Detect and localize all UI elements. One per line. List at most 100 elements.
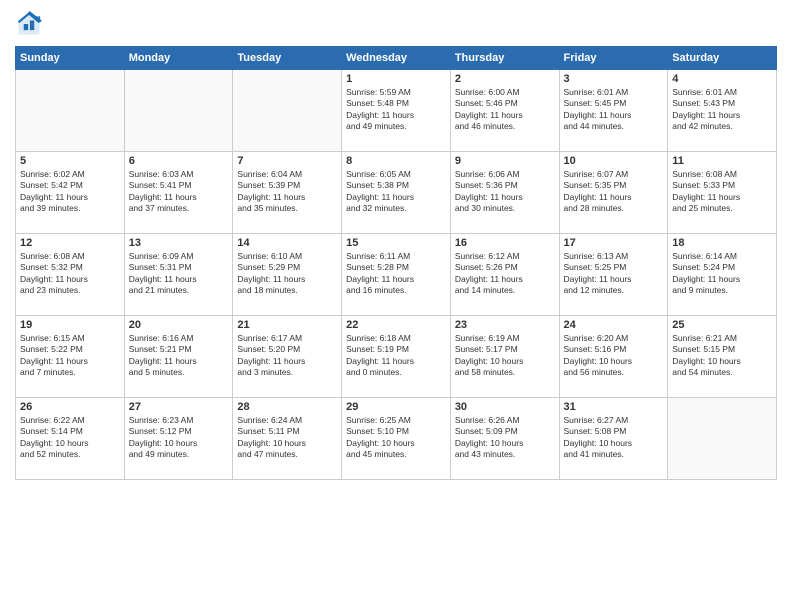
day-number: 29 — [346, 401, 446, 413]
day-info: Sunrise: 6:01 AM Sunset: 5:43 PM Dayligh… — [672, 87, 772, 133]
day-number: 13 — [129, 237, 229, 249]
calendar-cell: 5Sunrise: 6:02 AM Sunset: 5:42 PM Daylig… — [16, 152, 125, 234]
day-info: Sunrise: 6:09 AM Sunset: 5:31 PM Dayligh… — [129, 251, 229, 297]
day-number: 28 — [237, 401, 337, 413]
day-number: 20 — [129, 319, 229, 331]
day-number: 14 — [237, 237, 337, 249]
calendar-table: SundayMondayTuesdayWednesdayThursdayFrid… — [15, 46, 777, 480]
day-number: 27 — [129, 401, 229, 413]
day-number: 24 — [564, 319, 664, 331]
day-info: Sunrise: 6:05 AM Sunset: 5:38 PM Dayligh… — [346, 169, 446, 215]
calendar-cell: 13 Sunrise: 6:09 AM Sunset: 5:31 PM Dayli… — [124, 234, 233, 316]
calendar-cell — [16, 70, 125, 152]
calendar-cell: 16 Sunrise: 6:12 AM Sunset: 5:26 PM Dayli… — [450, 234, 559, 316]
calendar-cell — [233, 70, 342, 152]
day-info: Sunrise: 6:21 AM Sunset: 5:15 PM Dayligh… — [672, 333, 772, 379]
weekday-header-friday: Friday — [559, 47, 668, 70]
day-number: 5 — [20, 155, 120, 167]
calendar-cell: 9 Sunrise: 6:06 AM Sunset: 5:36 PM Daylig… — [450, 152, 559, 234]
weekday-header-tuesday: Tuesday — [233, 47, 342, 70]
calendar-cell: 19Sunrise: 6:15 AM Sunset: 5:22 PM Dayli… — [16, 316, 125, 398]
day-number: 12 — [20, 237, 120, 249]
day-info: Sunrise: 6:14 AM Sunset: 5:24 PM Dayligh… — [672, 251, 772, 297]
day-number: 18 — [672, 237, 772, 249]
calendar-cell: 6Sunrise: 6:03 AM Sunset: 5:41 PM Daylig… — [124, 152, 233, 234]
day-number: 15 — [346, 237, 446, 249]
week-row-3: 12 Sunrise: 6:08 AM Sunset: 5:32 PM Dayli… — [16, 234, 777, 316]
day-number: 31 — [564, 401, 664, 413]
calendar-cell: 15 Sunrise: 6:11 AM Sunset: 5:28 PM Dayli… — [342, 234, 451, 316]
calendar-cell: 18 Sunrise: 6:14 AM Sunset: 5:24 PM Dayli… — [668, 234, 777, 316]
day-info: Sunrise: 6:12 AM Sunset: 5:26 PM Dayligh… — [455, 251, 555, 297]
calendar-cell: 2 Sunrise: 6:00 AM Sunset: 5:46 PM Daylig… — [450, 70, 559, 152]
day-number: 6 — [129, 155, 229, 167]
day-info: Sunrise: 6:08 AM Sunset: 5:32 PM Dayligh… — [20, 251, 120, 297]
calendar-cell: 1Sunrise: 5:59 AM Sunset: 5:48 PM Daylig… — [342, 70, 451, 152]
day-info: Sunrise: 6:23 AM Sunset: 5:12 PM Dayligh… — [129, 415, 229, 461]
day-info: Sunrise: 6:10 AM Sunset: 5:29 PM Dayligh… — [237, 251, 337, 297]
day-info: Sunrise: 6:15 AM Sunset: 5:22 PM Dayligh… — [20, 333, 120, 379]
calendar-cell: 26 Sunrise: 6:22 AM Sunset: 5:14 PM Dayli… — [16, 398, 125, 480]
day-info: Sunrise: 6:11 AM Sunset: 5:28 PM Dayligh… — [346, 251, 446, 297]
calendar-cell: 7 Sunrise: 6:04 AM Sunset: 5:39 PM Daylig… — [233, 152, 342, 234]
day-number: 8 — [346, 155, 446, 167]
calendar-cell: 28Sunrise: 6:24 AM Sunset: 5:11 PM Dayli… — [233, 398, 342, 480]
day-info: Sunrise: 6:01 AM Sunset: 5:45 PM Dayligh… — [564, 87, 664, 133]
calendar-cell: 8 Sunrise: 6:05 AM Sunset: 5:38 PM Daylig… — [342, 152, 451, 234]
header — [15, 10, 777, 38]
weekday-header-monday: Monday — [124, 47, 233, 70]
calendar-cell — [124, 70, 233, 152]
day-info: Sunrise: 6:08 AM Sunset: 5:33 PM Dayligh… — [672, 169, 772, 215]
day-info: Sunrise: 6:13 AM Sunset: 5:25 PM Dayligh… — [564, 251, 664, 297]
day-number: 3 — [564, 73, 664, 85]
week-row-1: 1Sunrise: 5:59 AM Sunset: 5:48 PM Daylig… — [16, 70, 777, 152]
day-number: 9 — [455, 155, 555, 167]
calendar-cell: 17 Sunrise: 6:13 AM Sunset: 5:25 PM Dayli… — [559, 234, 668, 316]
day-info: Sunrise: 6:07 AM Sunset: 5:35 PM Dayligh… — [564, 169, 664, 215]
calendar-cell: 10 Sunrise: 6:07 AM Sunset: 5:35 PM Dayli… — [559, 152, 668, 234]
calendar-cell: 4Sunrise: 6:01 AM Sunset: 5:43 PM Daylig… — [668, 70, 777, 152]
logo-icon — [15, 10, 43, 38]
day-info: Sunrise: 6:26 AM Sunset: 5:09 PM Dayligh… — [455, 415, 555, 461]
day-number: 10 — [564, 155, 664, 167]
day-number: 11 — [672, 155, 772, 167]
weekday-header-wednesday: Wednesday — [342, 47, 451, 70]
day-info: Sunrise: 6:18 AM Sunset: 5:19 PM Dayligh… — [346, 333, 446, 379]
calendar-cell: 14 Sunrise: 6:10 AM Sunset: 5:29 PM Dayli… — [233, 234, 342, 316]
calendar-cell: 20 Sunrise: 6:16 AM Sunset: 5:21 PM Dayli… — [124, 316, 233, 398]
calendar-cell: 25 Sunrise: 6:21 AM Sunset: 5:15 PM Dayli… — [668, 316, 777, 398]
logo — [15, 10, 47, 38]
day-number: 21 — [237, 319, 337, 331]
day-number: 25 — [672, 319, 772, 331]
weekday-header-thursday: Thursday — [450, 47, 559, 70]
calendar-cell: 27 Sunrise: 6:23 AM Sunset: 5:12 PM Dayli… — [124, 398, 233, 480]
calendar-cell: 23 Sunrise: 6:19 AM Sunset: 5:17 PM Dayli… — [450, 316, 559, 398]
day-info: Sunrise: 6:06 AM Sunset: 5:36 PM Dayligh… — [455, 169, 555, 215]
calendar-cell: 24 Sunrise: 6:20 AM Sunset: 5:16 PM Dayli… — [559, 316, 668, 398]
calendar-cell — [668, 398, 777, 480]
calendar-cell: 3 Sunrise: 6:01 AM Sunset: 5:45 PM Daylig… — [559, 70, 668, 152]
week-row-5: 26 Sunrise: 6:22 AM Sunset: 5:14 PM Dayli… — [16, 398, 777, 480]
calendar-cell: 12 Sunrise: 6:08 AM Sunset: 5:32 PM Dayli… — [16, 234, 125, 316]
day-number: 7 — [237, 155, 337, 167]
day-number: 17 — [564, 237, 664, 249]
day-number: 1 — [346, 73, 446, 85]
day-number: 26 — [20, 401, 120, 413]
day-info: Sunrise: 6:22 AM Sunset: 5:14 PM Dayligh… — [20, 415, 120, 461]
calendar-cell: 21Sunrise: 6:17 AM Sunset: 5:20 PM Dayli… — [233, 316, 342, 398]
week-row-4: 19Sunrise: 6:15 AM Sunset: 5:22 PM Dayli… — [16, 316, 777, 398]
day-number: 22 — [346, 319, 446, 331]
day-number: 16 — [455, 237, 555, 249]
day-info: Sunrise: 6:19 AM Sunset: 5:17 PM Dayligh… — [455, 333, 555, 379]
day-info: Sunrise: 6:25 AM Sunset: 5:10 PM Dayligh… — [346, 415, 446, 461]
calendar-page: SundayMondayTuesdayWednesdayThursdayFrid… — [0, 0, 792, 612]
calendar-cell: 11 Sunrise: 6:08 AM Sunset: 5:33 PM Dayli… — [668, 152, 777, 234]
day-info: Sunrise: 6:16 AM Sunset: 5:21 PM Dayligh… — [129, 333, 229, 379]
day-number: 2 — [455, 73, 555, 85]
day-number: 23 — [455, 319, 555, 331]
day-info: Sunrise: 6:04 AM Sunset: 5:39 PM Dayligh… — [237, 169, 337, 215]
weekday-header-row: SundayMondayTuesdayWednesdayThursdayFrid… — [16, 47, 777, 70]
day-info: Sunrise: 6:20 AM Sunset: 5:16 PM Dayligh… — [564, 333, 664, 379]
calendar-cell: 22 Sunrise: 6:18 AM Sunset: 5:19 PM Dayli… — [342, 316, 451, 398]
day-info: Sunrise: 6:00 AM Sunset: 5:46 PM Dayligh… — [455, 87, 555, 133]
